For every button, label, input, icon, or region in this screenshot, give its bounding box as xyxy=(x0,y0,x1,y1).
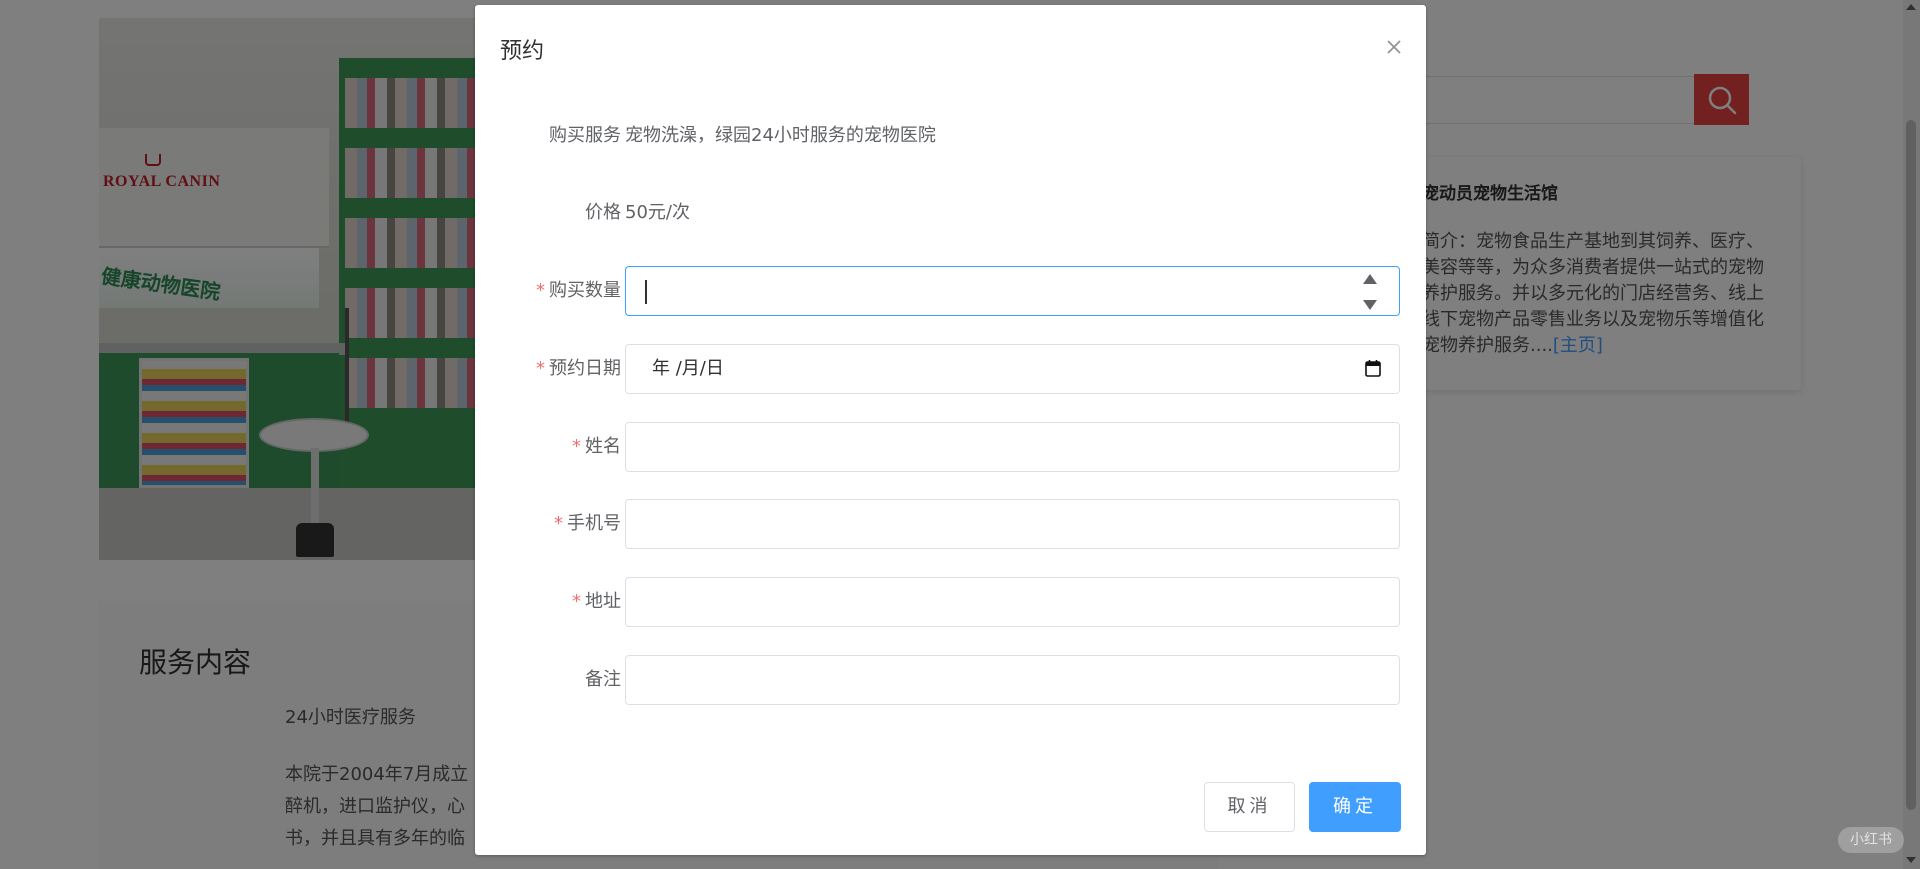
remark-label: 备注 xyxy=(585,669,621,690)
service-value: 宠物洗澡，绿园24小时服务的宠物医院 xyxy=(625,125,936,146)
remark-field[interactable] xyxy=(625,655,1400,705)
required-mark: * xyxy=(572,591,581,612)
form-row-phone: * 手机号 xyxy=(475,499,1426,549)
decrement-arrow-icon[interactable] xyxy=(1363,300,1377,310)
form-row-price: 价格 50元/次 xyxy=(475,188,1426,238)
address-label-text: 地址 xyxy=(585,591,621,612)
quantity-label-text: 购买数量 xyxy=(549,280,621,301)
form-row-service: 购买服务 宠物洗澡，绿园24小时服务的宠物医院 xyxy=(475,111,1426,161)
close-button[interactable] xyxy=(1382,35,1406,59)
form-row-name: * 姓名 xyxy=(475,422,1426,472)
date-label: * 预约日期 xyxy=(536,344,621,394)
service-label: 购买服务 xyxy=(549,125,621,146)
price-label: 价格 xyxy=(585,202,621,223)
price-value: 50元/次 xyxy=(625,202,690,223)
date-placeholder: 年 /月/日 xyxy=(652,358,724,379)
form-row-date: * 预约日期 年 /月/日 xyxy=(475,344,1426,394)
required-mark: * xyxy=(554,513,563,534)
name-label: * 姓名 xyxy=(572,422,621,472)
address-field[interactable] xyxy=(625,577,1400,627)
address-label: * 地址 xyxy=(572,577,621,627)
name-field[interactable] xyxy=(625,422,1400,472)
required-mark: * xyxy=(536,280,545,301)
phone-label: * 手机号 xyxy=(554,499,621,549)
form-row-address: * 地址 xyxy=(475,577,1426,627)
required-mark: * xyxy=(572,436,581,457)
text-caret xyxy=(645,280,647,304)
required-mark: * xyxy=(536,358,545,379)
watermark: 小红书 xyxy=(1838,827,1904,853)
increment-arrow-icon[interactable] xyxy=(1363,274,1377,284)
quantity-label: * 购买数量 xyxy=(536,266,621,316)
cancel-button[interactable]: 取消 xyxy=(1204,782,1295,832)
quantity-stepper[interactable] xyxy=(625,266,1400,316)
close-icon xyxy=(1387,40,1401,54)
date-label-text: 预约日期 xyxy=(549,358,621,379)
form-row-quantity: * 购买数量 xyxy=(475,266,1426,316)
calendar-icon[interactable] xyxy=(1365,359,1381,377)
confirm-button[interactable]: 确定 xyxy=(1309,782,1401,832)
form-row-remark: 备注 xyxy=(475,655,1426,705)
phone-field[interactable] xyxy=(625,499,1400,549)
dialog-title: 预约 xyxy=(500,39,545,64)
date-field[interactable]: 年 /月/日 xyxy=(625,344,1400,394)
name-label-text: 姓名 xyxy=(585,436,621,457)
booking-dialog: 预约 购买服务 宠物洗澡，绿园24小时服务的宠物医院 价格 50元/次 * 购买数… xyxy=(475,5,1426,855)
phone-label-text: 手机号 xyxy=(567,513,621,534)
